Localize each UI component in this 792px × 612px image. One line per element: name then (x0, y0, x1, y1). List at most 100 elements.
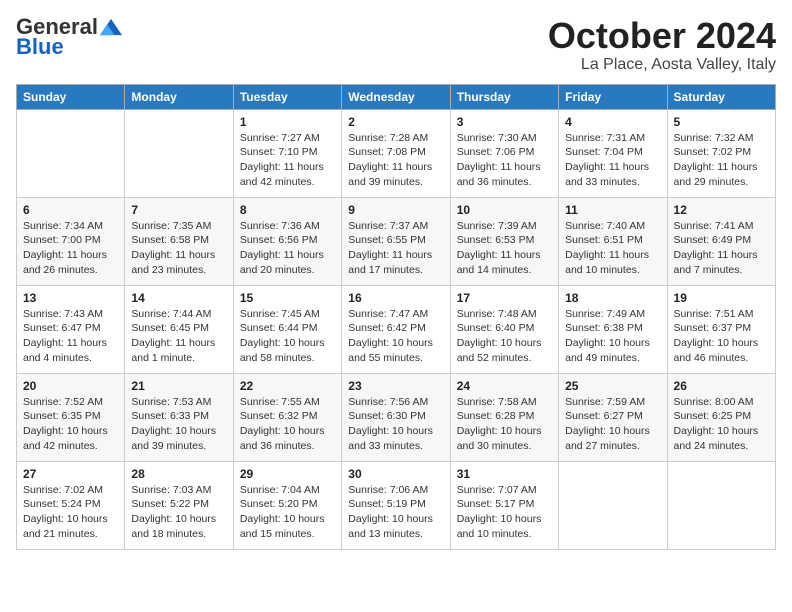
day-number: 29 (240, 467, 335, 481)
day-number: 31 (457, 467, 552, 481)
calendar-cell: 9Sunrise: 7:37 AM Sunset: 6:55 PM Daylig… (342, 197, 450, 285)
day-info: Sunrise: 7:34 AM Sunset: 7:00 PM Dayligh… (23, 219, 118, 278)
day-number: 12 (674, 203, 769, 217)
day-info: Sunrise: 7:52 AM Sunset: 6:35 PM Dayligh… (23, 395, 118, 454)
title-area: October 2024 La Place, Aosta Valley, Ita… (548, 16, 776, 74)
day-number: 21 (131, 379, 226, 393)
calendar-cell: 24 Sunrise: 7:58 AM Sunset: 6:28 PM Dayli… (450, 373, 558, 461)
calendar-cell: 15Sunrise: 7:45 AM Sunset: 6:44 PM Dayli… (233, 285, 341, 373)
day-info: Sunrise: 7:45 AM Sunset: 6:44 PM Dayligh… (240, 307, 335, 366)
day-info: Sunrise: 7:04 AM Sunset: 5:20 PM Dayligh… (240, 483, 335, 542)
calendar-cell: 25 Sunrise: 7:59 AM Sunset: 6:27 PM Dayli… (559, 373, 667, 461)
calendar-cell: 10 Sunrise: 7:39 AM Sunset: 6:53 PM Dayli… (450, 197, 558, 285)
calendar-cell: 26 Sunrise: 8:00 AM Sunset: 6:25 PM Dayli… (667, 373, 775, 461)
calendar-cell: 18 Sunrise: 7:49 AM Sunset: 6:38 PM Dayli… (559, 285, 667, 373)
calendar-cell (667, 461, 775, 549)
calendar-cell (17, 109, 125, 197)
calendar-cell: 2 Sunrise: 7:28 AM Sunset: 7:08 PM Daylig… (342, 109, 450, 197)
day-info: Sunrise: 7:49 AM Sunset: 6:38 PM Dayligh… (565, 307, 660, 366)
day-number: 10 (457, 203, 552, 217)
calendar-table: SundayMondayTuesdayWednesdayThursdayFrid… (16, 84, 776, 550)
day-number: 22 (240, 379, 335, 393)
day-header-sunday: Sunday (17, 84, 125, 109)
calendar-cell: 20 Sunrise: 7:52 AM Sunset: 6:35 PM Dayli… (17, 373, 125, 461)
day-header-friday: Friday (559, 84, 667, 109)
day-header-wednesday: Wednesday (342, 84, 450, 109)
day-info: Sunrise: 7:44 AM Sunset: 6:45 PM Dayligh… (131, 307, 226, 366)
day-header-thursday: Thursday (450, 84, 558, 109)
day-number: 14 (131, 291, 226, 305)
calendar-cell: 3 Sunrise: 7:30 AM Sunset: 7:06 PM Daylig… (450, 109, 558, 197)
day-number: 26 (674, 379, 769, 393)
calendar-week-2: 6Sunrise: 7:34 AM Sunset: 7:00 PM Daylig… (17, 197, 776, 285)
location-title: La Place, Aosta Valley, Italy (548, 56, 776, 74)
day-info: Sunrise: 7:43 AM Sunset: 6:47 PM Dayligh… (23, 307, 118, 366)
logo-icon (100, 16, 122, 38)
day-info: Sunrise: 7:55 AM Sunset: 6:32 PM Dayligh… (240, 395, 335, 454)
day-number: 1 (240, 115, 335, 129)
day-info: Sunrise: 7:59 AM Sunset: 6:27 PM Dayligh… (565, 395, 660, 454)
month-title: October 2024 (548, 16, 776, 56)
day-info: Sunrise: 7:36 AM Sunset: 6:56 PM Dayligh… (240, 219, 335, 278)
day-number: 4 (565, 115, 660, 129)
day-info: Sunrise: 7:58 AM Sunset: 6:28 PM Dayligh… (457, 395, 552, 454)
day-info: Sunrise: 7:37 AM Sunset: 6:55 PM Dayligh… (348, 219, 443, 278)
calendar-cell: 4 Sunrise: 7:31 AM Sunset: 7:04 PM Daylig… (559, 109, 667, 197)
day-number: 11 (565, 203, 660, 217)
day-info: Sunrise: 7:56 AM Sunset: 6:30 PM Dayligh… (348, 395, 443, 454)
day-number: 17 (457, 291, 552, 305)
calendar-cell: 5 Sunrise: 7:32 AM Sunset: 7:02 PM Daylig… (667, 109, 775, 197)
day-info: Sunrise: 7:53 AM Sunset: 6:33 PM Dayligh… (131, 395, 226, 454)
day-info: Sunrise: 7:06 AM Sunset: 5:19 PM Dayligh… (348, 483, 443, 542)
day-info: Sunrise: 7:51 AM Sunset: 6:37 PM Dayligh… (674, 307, 769, 366)
day-info: Sunrise: 7:31 AM Sunset: 7:04 PM Dayligh… (565, 131, 660, 190)
calendar-header-row: SundayMondayTuesdayWednesdayThursdayFrid… (17, 84, 776, 109)
calendar-cell: 19 Sunrise: 7:51 AM Sunset: 6:37 PM Dayli… (667, 285, 775, 373)
calendar-cell: 11Sunrise: 7:40 AM Sunset: 6:51 PM Dayli… (559, 197, 667, 285)
header: General Blue October 2024 La Place, Aost… (16, 16, 776, 74)
day-info: Sunrise: 7:32 AM Sunset: 7:02 PM Dayligh… (674, 131, 769, 190)
day-header-monday: Monday (125, 84, 233, 109)
calendar-cell: 8 Sunrise: 7:36 AM Sunset: 6:56 PM Daylig… (233, 197, 341, 285)
day-info: Sunrise: 7:47 AM Sunset: 6:42 PM Dayligh… (348, 307, 443, 366)
day-number: 19 (674, 291, 769, 305)
calendar-cell: 12 Sunrise: 7:41 AM Sunset: 6:49 PM Dayli… (667, 197, 775, 285)
day-number: 5 (674, 115, 769, 129)
day-number: 30 (348, 467, 443, 481)
day-number: 24 (457, 379, 552, 393)
calendar-cell: 16 Sunrise: 7:47 AM Sunset: 6:42 PM Dayli… (342, 285, 450, 373)
day-info: Sunrise: 7:41 AM Sunset: 6:49 PM Dayligh… (674, 219, 769, 278)
day-number: 3 (457, 115, 552, 129)
day-info: Sunrise: 7:35 AM Sunset: 6:58 PM Dayligh… (131, 219, 226, 278)
day-header-saturday: Saturday (667, 84, 775, 109)
day-header-tuesday: Tuesday (233, 84, 341, 109)
calendar-week-5: 27Sunrise: 7:02 AM Sunset: 5:24 PM Dayli… (17, 461, 776, 549)
day-number: 2 (348, 115, 443, 129)
calendar-cell: 22 Sunrise: 7:55 AM Sunset: 6:32 PM Dayli… (233, 373, 341, 461)
calendar-cell: 29 Sunrise: 7:04 AM Sunset: 5:20 PM Dayli… (233, 461, 341, 549)
day-number: 25 (565, 379, 660, 393)
day-number: 7 (131, 203, 226, 217)
day-number: 18 (565, 291, 660, 305)
calendar-cell: 30 Sunrise: 7:06 AM Sunset: 5:19 PM Dayli… (342, 461, 450, 549)
calendar-cell (125, 109, 233, 197)
calendar-cell: 21 Sunrise: 7:53 AM Sunset: 6:33 PM Dayli… (125, 373, 233, 461)
calendar-cell: 14 Sunrise: 7:44 AM Sunset: 6:45 PM Dayli… (125, 285, 233, 373)
calendar-cell: 23Sunrise: 7:56 AM Sunset: 6:30 PM Dayli… (342, 373, 450, 461)
day-info: Sunrise: 7:39 AM Sunset: 6:53 PM Dayligh… (457, 219, 552, 278)
day-info: Sunrise: 7:30 AM Sunset: 7:06 PM Dayligh… (457, 131, 552, 190)
day-number: 20 (23, 379, 118, 393)
day-number: 27 (23, 467, 118, 481)
logo-blue-text: Blue (16, 34, 64, 60)
day-info: Sunrise: 7:28 AM Sunset: 7:08 PM Dayligh… (348, 131, 443, 190)
day-number: 8 (240, 203, 335, 217)
calendar-body: 1 Sunrise: 7:27 AM Sunset: 7:10 PM Daylig… (17, 109, 776, 549)
calendar-cell: 13Sunrise: 7:43 AM Sunset: 6:47 PM Dayli… (17, 285, 125, 373)
day-number: 16 (348, 291, 443, 305)
day-info: Sunrise: 8:00 AM Sunset: 6:25 PM Dayligh… (674, 395, 769, 454)
calendar-cell: 17 Sunrise: 7:48 AM Sunset: 6:40 PM Dayli… (450, 285, 558, 373)
calendar-week-3: 13Sunrise: 7:43 AM Sunset: 6:47 PM Dayli… (17, 285, 776, 373)
day-info: Sunrise: 7:48 AM Sunset: 6:40 PM Dayligh… (457, 307, 552, 366)
day-info: Sunrise: 7:27 AM Sunset: 7:10 PM Dayligh… (240, 131, 335, 190)
calendar-cell: 27Sunrise: 7:02 AM Sunset: 5:24 PM Dayli… (17, 461, 125, 549)
